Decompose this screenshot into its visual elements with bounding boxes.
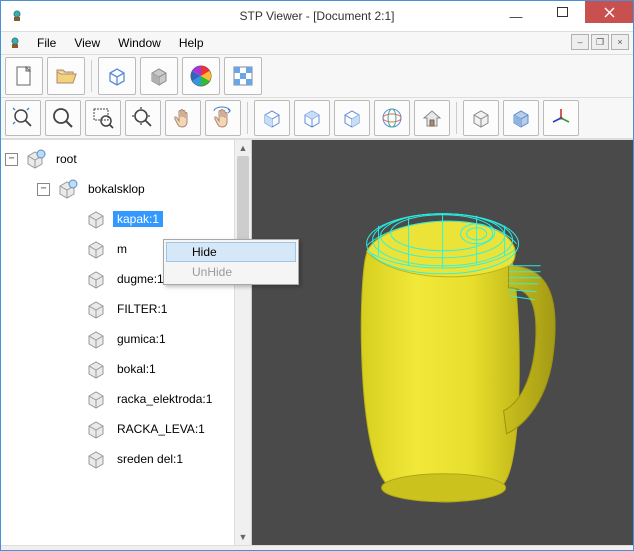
- zoom-dynamic-button[interactable]: [125, 100, 161, 136]
- scroll-down-icon[interactable]: ▼: [235, 529, 251, 545]
- wireframe-button[interactable]: [98, 57, 136, 95]
- menu-help[interactable]: Help: [171, 34, 212, 52]
- toolbar-separator: [91, 60, 92, 92]
- view-front-button[interactable]: [254, 100, 290, 136]
- menu-window[interactable]: Window: [110, 34, 169, 52]
- view-side-button[interactable]: [334, 100, 370, 136]
- tree-label: kapak:1: [113, 211, 163, 227]
- pan-button[interactable]: [165, 100, 201, 136]
- rotate-button[interactable]: [205, 100, 241, 136]
- collapse-icon[interactable]: −: [5, 153, 18, 166]
- toolbar-separator: [247, 102, 248, 134]
- doc-icon: [7, 35, 23, 51]
- mdi-close-button[interactable]: ×: [611, 34, 629, 50]
- maximize-button[interactable]: [539, 1, 585, 23]
- part-icon: [83, 386, 109, 412]
- menubar: File View Window Help – ❐ ×: [1, 32, 633, 55]
- statusbar: [1, 545, 633, 550]
- tree-part-node[interactable]: gumica:1: [5, 324, 249, 354]
- tree-part-node[interactable]: RACKA_LEVA:1: [5, 414, 249, 444]
- tree-label: sreden del:1: [113, 451, 187, 467]
- menu-file[interactable]: File: [29, 34, 64, 52]
- tree-root-node[interactable]: − root: [5, 144, 249, 174]
- box-light-button[interactable]: [463, 100, 499, 136]
- minimize-button[interactable]: —: [493, 1, 539, 23]
- scene-tree[interactable]: − root − bokalsklop kapak:1: [1, 140, 251, 478]
- color-button[interactable]: [182, 57, 220, 95]
- box-dark-button[interactable]: [503, 100, 539, 136]
- window-title: STP Viewer - [Document 2:1]: [240, 9, 395, 23]
- toolbar-view: [1, 98, 633, 139]
- part-icon: [83, 296, 109, 322]
- app-window: STP Viewer - [Document 2:1] — File View …: [0, 0, 634, 551]
- 3d-viewport[interactable]: [252, 140, 633, 545]
- scroll-up-icon[interactable]: ▲: [235, 140, 251, 156]
- titlebar: STP Viewer - [Document 2:1] —: [1, 1, 633, 32]
- menu-view[interactable]: View: [66, 34, 108, 52]
- part-icon: [83, 416, 109, 442]
- view-iso-button[interactable]: [374, 100, 410, 136]
- assembly-icon: [22, 146, 48, 172]
- axes-button[interactable]: [543, 100, 579, 136]
- part-icon: [83, 206, 109, 232]
- new-button[interactable]: [5, 57, 43, 95]
- part-icon: [83, 266, 109, 292]
- mdi-buttons: – ❐ ×: [571, 34, 629, 50]
- open-button[interactable]: [47, 57, 85, 95]
- tree-label: racka_elektroda:1: [113, 391, 216, 407]
- toolbar-main: [1, 55, 633, 98]
- texture-button[interactable]: [224, 57, 262, 95]
- toolbar-separator: [456, 102, 457, 134]
- view-top-button[interactable]: [294, 100, 330, 136]
- part-icon: [83, 326, 109, 352]
- tree-part-node[interactable]: racka_elektroda:1: [5, 384, 249, 414]
- tree-part-node[interactable]: FILTER:1: [5, 294, 249, 324]
- mdi-restore-button[interactable]: ❐: [591, 34, 609, 50]
- tree-part-node[interactable]: kapak:1: [5, 204, 249, 234]
- part-icon: [83, 356, 109, 382]
- tree-part-node[interactable]: sreden del:1: [5, 444, 249, 474]
- tree-label: bokal:1: [113, 361, 160, 377]
- app-icon: [9, 8, 25, 24]
- tree-assembly-node[interactable]: − bokalsklop: [5, 174, 249, 204]
- tree-label: dugme:1: [113, 271, 168, 287]
- tree-pane: − root − bokalsklop kapak:1: [1, 140, 252, 545]
- collapse-icon[interactable]: −: [37, 183, 50, 196]
- model-render: [308, 155, 588, 515]
- zoom-button[interactable]: [45, 100, 81, 136]
- tree-label: bokalsklop: [84, 181, 149, 197]
- context-menu-unhide[interactable]: UnHide: [166, 262, 296, 282]
- tree-part-node[interactable]: bokal:1: [5, 354, 249, 384]
- context-menu-hide[interactable]: Hide: [166, 242, 296, 262]
- tree-label: RACKA_LEVA:1: [113, 421, 209, 437]
- window-buttons: —: [493, 1, 633, 23]
- mdi-minimize-button[interactable]: –: [571, 34, 589, 50]
- home-view-button[interactable]: [414, 100, 450, 136]
- content-area: − root − bokalsklop kapak:1: [1, 139, 633, 545]
- tree-label: root: [52, 151, 81, 167]
- part-icon: [83, 236, 109, 262]
- tree-label: gumica:1: [113, 331, 170, 347]
- shaded-button[interactable]: [140, 57, 178, 95]
- tree-label: m: [113, 241, 131, 257]
- tree-label: FILTER:1: [113, 301, 171, 317]
- part-icon: [83, 446, 109, 472]
- close-button[interactable]: [585, 1, 633, 23]
- zoom-window-button[interactable]: [85, 100, 121, 136]
- assembly-icon: [54, 176, 80, 202]
- zoom-fit-button[interactable]: [5, 100, 41, 136]
- context-menu: Hide UnHide: [163, 239, 299, 285]
- tree-scrollbar[interactable]: ▲ ▼: [234, 140, 251, 545]
